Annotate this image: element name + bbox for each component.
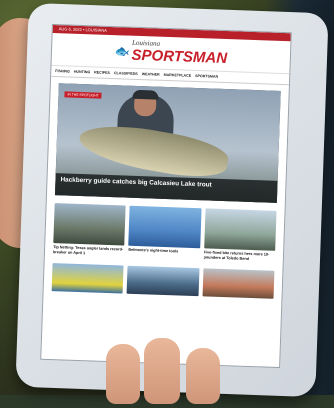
article-grid-second-row [51, 263, 275, 299]
hero-angler-cap [132, 89, 159, 100]
logo-text: Louisiana SPORTSMAN [131, 38, 228, 67]
tablet-screen: AUG 6, 2022 • LOUISIANA 🐟 Louisiana SPOR… [40, 23, 292, 369]
finger [106, 344, 140, 404]
finger [186, 348, 220, 404]
nav-item-marketplace[interactable]: MARKETPLACE [164, 73, 192, 78]
nav-item-classifieds[interactable]: CLASSIFIEDS [114, 71, 138, 76]
article-photo [53, 203, 126, 246]
article-card[interactable]: Belmonte's night-time tools [128, 205, 202, 266]
article-title[interactable]: Five-fixed bite returns hers more 10-pou… [203, 250, 275, 268]
article-photo[interactable] [51, 263, 124, 294]
hero-tag: IN THE SPOTLIGHT [64, 91, 102, 99]
article-grid: Tip Netting: Texas angler lands record-b… [53, 203, 277, 269]
article-card[interactable]: Five-fixed bite returns hers more 10-pou… [203, 208, 277, 268]
bottom-hand [106, 338, 236, 408]
nav-item-recipes[interactable]: RECIPES [94, 70, 110, 75]
article-photo[interactable] [202, 268, 275, 299]
article-photo [203, 208, 277, 251]
article-photo [128, 205, 202, 249]
hero-article[interactable]: IN THE SPOTLIGHT Hackberry guide catches… [54, 83, 281, 203]
nav-item-fishing[interactable]: FISHING [55, 69, 70, 74]
article-card[interactable]: Tip Netting: Texas angler lands record-b… [53, 203, 126, 263]
article-title[interactable]: Belmonte's night-time tools [128, 248, 200, 266]
logo-big-text: SPORTSMAN [131, 46, 228, 67]
nav-item-weather[interactable]: WEATHER [142, 72, 160, 77]
nav-item-sportsman[interactable]: SPORTSMAN [195, 74, 218, 79]
article-photo[interactable] [126, 265, 200, 297]
nav-item-hunting[interactable]: HUNTING [74, 70, 91, 75]
fish-logo-icon: 🐟 [114, 44, 130, 59]
finger [144, 338, 180, 404]
article-title[interactable]: Tip Netting: Texas angler lands record-b… [53, 245, 125, 263]
